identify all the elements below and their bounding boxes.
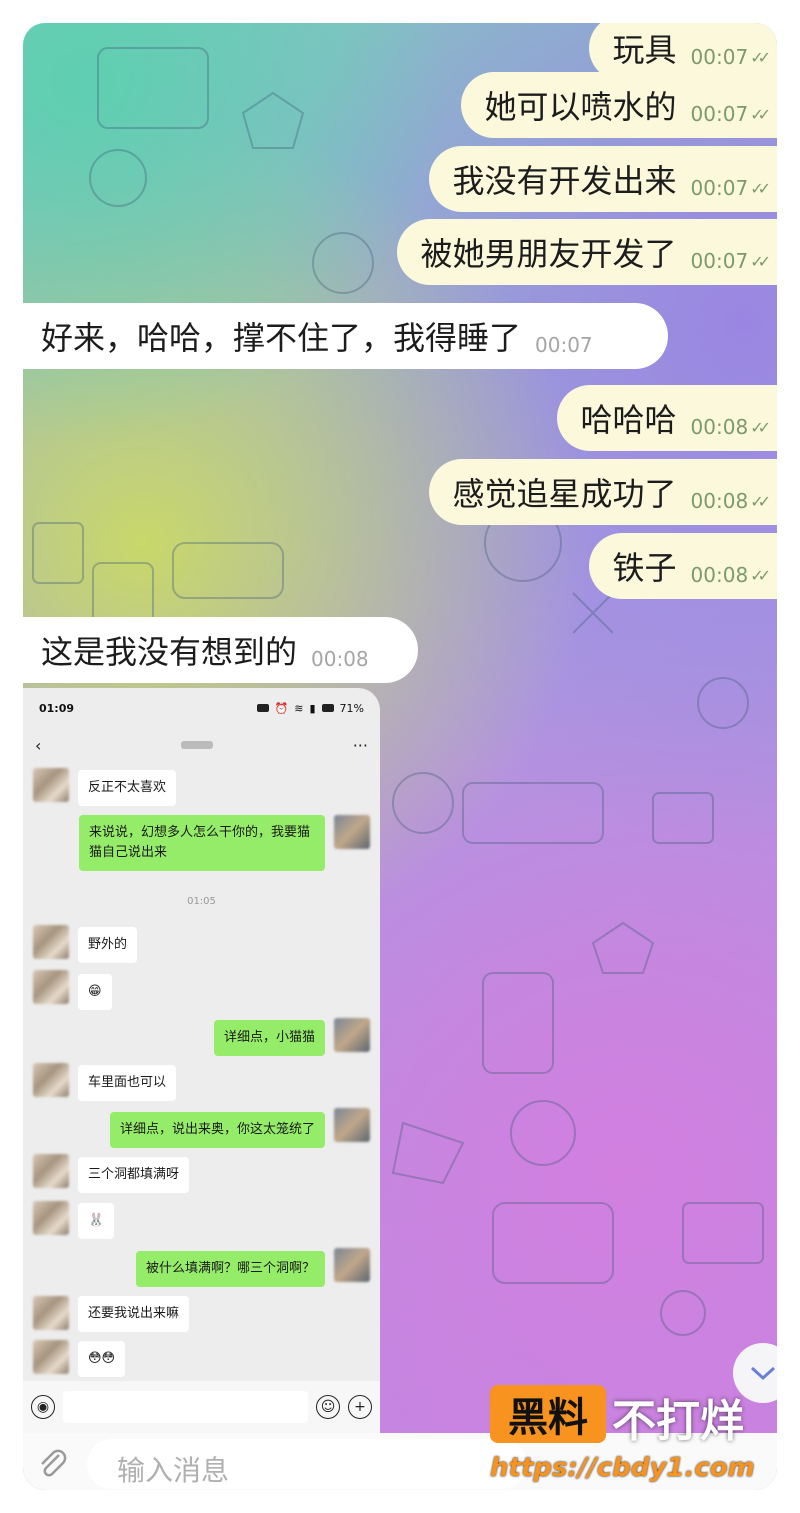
wechat-message-left: 🐰 (78, 1203, 115, 1239)
wechat-message-left: 还要我说出来嘛 (78, 1296, 190, 1332)
wechat-message-right: 详细点，说出来奥，你这太笼统了 (109, 1112, 325, 1148)
message-text: 她可以喷水的 (484, 88, 677, 126)
voice-icon: ◉ (31, 1395, 55, 1419)
avatar (334, 815, 370, 849)
read-ticks-icon: ✓✓ (750, 178, 771, 198)
message-time: 00:08 (690, 563, 749, 587)
wechat-message-right: 详细点，小猫猫 (213, 1020, 325, 1056)
message-text: 这是我没有想到的 (41, 633, 298, 671)
message-text: 感觉追星成功了 (452, 475, 677, 513)
message-bubble-outgoing[interactable]: 铁子 00:08 ✓✓ (588, 533, 777, 599)
wifi-icon: ≋ (294, 701, 304, 715)
avatar (33, 970, 69, 1004)
wechat-message-left: 三个洞都填满呀 (78, 1157, 190, 1193)
chevron-down-icon (750, 1366, 776, 1381)
paperclip-icon[interactable] (37, 1447, 67, 1488)
message-bubble-outgoing[interactable]: 被她男朋友开发了 00:07 ✓✓ (396, 219, 777, 285)
contact-name-blurred (181, 741, 214, 749)
avatar (33, 925, 69, 959)
message-time: 00:07 (690, 176, 749, 200)
read-ticks-icon: ✓✓ (750, 417, 771, 437)
message-input[interactable]: 输入消息 (87, 1439, 527, 1489)
watermark-url: https://cbdy1.com (490, 1453, 755, 1483)
message-text: 哈哈哈 (580, 401, 677, 439)
wechat-message-left: 反正不太喜欢 (78, 770, 177, 806)
emoji-icon: ☺ (316, 1395, 340, 1419)
message-time: 00:07 (690, 45, 749, 69)
message-time: 00:07 (535, 333, 593, 357)
plus-icon: + (348, 1395, 372, 1419)
message-text: 玩具 (612, 31, 677, 69)
message-text: 被她男朋友开发了 (420, 235, 677, 273)
watermark-slogan: 不打烊 (612, 1396, 744, 1447)
avatar (33, 1063, 69, 1097)
wechat-message-left: 😳😳 (78, 1341, 126, 1377)
battery-level: 71% (339, 701, 364, 715)
wechat-message-right: 来说说，幻想多人怎么干你的，我要猫猫自己说出来 (79, 815, 325, 871)
message-text: 铁子 (612, 549, 677, 587)
signal-icon: ▮ (309, 701, 316, 715)
read-ticks-icon: ✓✓ (750, 491, 771, 511)
avatar (33, 1296, 69, 1330)
message-text: 我没有开发出来 (452, 162, 677, 200)
wechat-message-left: 😁 (78, 974, 112, 1010)
message-bubble-incoming[interactable]: 好来，哈哈，撑不住了，我得睡了 00:07 (23, 303, 668, 369)
avatar (33, 768, 69, 802)
message-time: 00:08 (690, 489, 749, 513)
message-bubble-outgoing[interactable]: 我没有开发出来 00:07 ✓✓ (428, 146, 777, 212)
message-bubble-outgoing[interactable]: 她可以喷水的 00:07 ✓✓ (460, 72, 777, 138)
image-message[interactable]: 01:09 ⏰ ≋ ▮ 71% ‹ ··· 反正不太喜欢 来说说，幻想多人怎么干… (23, 688, 380, 1433)
message-bubble-incoming[interactable]: 这是我没有想到的 00:08 (23, 617, 418, 683)
message-time: 00:08 (311, 647, 369, 671)
wechat-message-left: 车里面也可以 (78, 1065, 177, 1101)
avatar (33, 1340, 69, 1374)
more-icon: ··· (352, 735, 368, 755)
read-ticks-icon: ✓✓ (750, 565, 771, 585)
message-time: 00:08 (690, 415, 749, 439)
avatar (33, 1201, 69, 1235)
message-text: 好来，哈哈，撑不住了，我得睡了 (41, 319, 522, 357)
status-bar: 01:09 ⏰ ≋ ▮ 71% (23, 688, 380, 728)
message-time: 00:07 (690, 102, 749, 126)
wechat-message-left: 野外的 (78, 927, 138, 963)
wechat-input-bar: ◉ ☺ + (23, 1381, 380, 1433)
avatar (334, 1018, 370, 1052)
avatar (334, 1108, 370, 1142)
read-ticks-icon: ✓✓ (750, 104, 771, 124)
wechat-message-right: 被什么填满啊？哪三个洞啊？ (135, 1251, 325, 1287)
read-ticks-icon: ✓✓ (750, 47, 771, 67)
alarm-icon: ⏰ (274, 701, 289, 715)
read-ticks-icon: ✓✓ (750, 251, 771, 271)
wechat-timestamp: 01:05 (187, 896, 216, 907)
vpn-icon (256, 704, 269, 712)
chat-header: ‹ ··· (23, 728, 380, 762)
battery-icon (321, 704, 334, 712)
avatar (334, 1248, 370, 1282)
chat-window: 玩具 00:07 ✓✓ 她可以喷水的 00:07 ✓✓ 我没有开发出来 00:0… (23, 23, 777, 1490)
wechat-text-field (63, 1391, 308, 1423)
message-bubble-outgoing[interactable]: 感觉追星成功了 00:08 ✓✓ (428, 459, 777, 525)
watermark-logo: 黑料 (490, 1385, 606, 1443)
status-time: 01:09 (39, 701, 75, 715)
avatar (33, 1154, 69, 1188)
message-time: 00:07 (690, 249, 749, 273)
back-icon: ‹ (35, 735, 42, 755)
message-bubble-outgoing[interactable]: 哈哈哈 00:08 ✓✓ (556, 385, 777, 451)
